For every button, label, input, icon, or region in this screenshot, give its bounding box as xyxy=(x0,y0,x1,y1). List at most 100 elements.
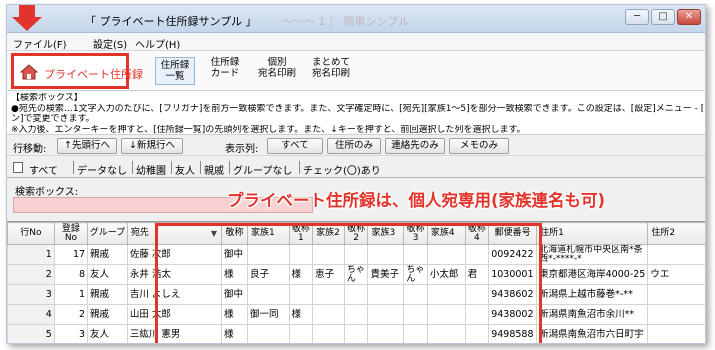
cell-family4[interactable] xyxy=(426,324,466,343)
cell-family2[interactable] xyxy=(312,324,345,343)
cell-honorific[interactable]: 御中 xyxy=(221,244,248,265)
cell-recipient[interactable]: 吉川 よしえ xyxy=(126,284,223,305)
cell-address2[interactable] xyxy=(647,324,705,343)
tab-all[interactable]: すべて xyxy=(29,162,58,177)
cell-address2[interactable] xyxy=(647,304,705,325)
cell-family2[interactable]: 恵子 xyxy=(312,264,345,285)
cell-recipient[interactable]: 山田 太郎 xyxy=(126,304,223,325)
cell-family4[interactable] xyxy=(426,284,466,305)
cell-honorific4[interactable]: 君 xyxy=(464,264,490,285)
tab-no-group[interactable]: グループなし xyxy=(233,162,292,177)
cell-family4[interactable] xyxy=(426,304,466,325)
cell-honorific1[interactable]: 様 xyxy=(288,264,314,285)
columns-contact-button[interactable]: 連絡先のみ xyxy=(385,138,445,154)
col-header-honorific1[interactable]: 敬称 1 xyxy=(288,222,314,245)
close-button[interactable]: ✕ xyxy=(677,9,701,25)
cell-honorific1[interactable] xyxy=(288,324,314,343)
cell-honorific1[interactable] xyxy=(288,244,314,265)
table-row[interactable]: 4 2 親戚 山田 太郎 様 御一同 様 9438002 新潟県南魚沼市余川** xyxy=(7,304,705,325)
cell-honorific3[interactable] xyxy=(403,244,428,265)
cell-honorific4[interactable] xyxy=(464,244,490,265)
columns-memo-button[interactable]: メモのみ xyxy=(449,138,509,154)
tab-kindergarten[interactable]: 幼稚園 xyxy=(136,162,166,177)
cell-family3[interactable] xyxy=(367,324,405,343)
col-header-honorific4[interactable]: 敬称 4 xyxy=(464,222,490,245)
table-row[interactable]: 2 8 友人 永井 浩太 様 良子 様 恵子 ちゃん 貴美子 ちゃん 小太郎 君… xyxy=(7,264,705,285)
minimize-button[interactable]: ─ xyxy=(625,9,649,25)
cell-row-no[interactable]: 5 xyxy=(7,324,55,343)
col-header-address1[interactable]: 住所1 xyxy=(536,222,649,245)
cell-family3[interactable] xyxy=(367,244,405,265)
cell-reg-no[interactable]: 17 xyxy=(53,244,89,265)
cell-honorific[interactable]: 様 xyxy=(221,304,248,325)
cell-family2[interactable] xyxy=(312,284,345,305)
columns-all-button[interactable]: すべて xyxy=(267,138,323,154)
tab-relatives[interactable]: 親戚 xyxy=(204,162,224,177)
col-header-family3[interactable]: 家族3 xyxy=(367,222,405,245)
cell-honorific[interactable]: 様 xyxy=(221,264,248,285)
cell-family1[interactable] xyxy=(246,284,290,305)
cell-address2[interactable] xyxy=(647,284,705,305)
cell-postal-code[interactable]: 9438002 xyxy=(488,304,538,325)
cell-reg-no[interactable]: 3 xyxy=(53,324,89,343)
home-button[interactable]: プライベート住所録 xyxy=(11,53,143,89)
first-row-button[interactable]: ↑先頭行へ xyxy=(57,138,117,154)
cell-family1[interactable]: 良子 xyxy=(246,264,290,285)
cell-recipient[interactable]: 佐藤 次郎 xyxy=(126,244,223,265)
col-header-honorific2[interactable]: 敬称 2 xyxy=(343,222,369,245)
col-header-row-no[interactable]: 行No xyxy=(7,222,55,245)
cell-family1[interactable]: 御一同 xyxy=(246,304,290,325)
cell-address1[interactable]: 北海道札幌市中央区南*条西*-****-* xyxy=(536,244,649,265)
cell-honorific2[interactable] xyxy=(343,244,369,265)
cell-reg-no[interactable]: 8 xyxy=(53,264,89,285)
cell-honorific3[interactable] xyxy=(403,324,428,343)
col-header-reg-no[interactable]: 登録 No xyxy=(53,222,89,245)
cell-reg-no[interactable]: 2 xyxy=(53,304,89,325)
col-header-family2[interactable]: 家族2 xyxy=(312,222,345,245)
cell-honorific2[interactable] xyxy=(343,284,369,305)
single-print-button[interactable]: 個別 宛名印刷 xyxy=(257,57,297,79)
cell-row-no[interactable]: 4 xyxy=(7,304,55,325)
table-row[interactable]: 3 1 親戚 吉川 よしえ 御中 9438602 新潟県上越市藤巻*-** xyxy=(7,284,705,305)
cell-row-no[interactable]: 3 xyxy=(7,284,55,305)
cell-address2[interactable] xyxy=(647,244,705,265)
table-row[interactable]: 1 17 親戚 佐藤 次郎 御中 0092422 北海道札幌市中央区南*条西*-… xyxy=(7,244,705,265)
cell-postal-code[interactable]: 1030001 xyxy=(488,264,538,285)
menu-file[interactable]: ファイル(F) xyxy=(13,36,67,51)
cell-group[interactable]: 親戚 xyxy=(87,304,128,325)
menu-settings[interactable]: 設定(S) xyxy=(93,36,127,51)
cell-honorific1[interactable]: 様 xyxy=(288,304,314,325)
cell-honorific4[interactable] xyxy=(464,324,490,343)
cell-address1[interactable]: 新潟県上越市藤巻*-** xyxy=(536,284,649,305)
cell-address1[interactable]: 新潟県南魚沼市六日町宇 xyxy=(536,324,649,343)
cell-honorific4[interactable] xyxy=(464,284,490,305)
cell-honorific4[interactable] xyxy=(464,304,490,325)
col-header-honorific[interactable]: 敬称 xyxy=(221,222,248,245)
cell-honorific1[interactable] xyxy=(288,284,314,305)
dropdown-arrow-icon[interactable]: ▼ xyxy=(211,229,217,238)
cell-postal-code[interactable]: 0092422 xyxy=(488,244,538,265)
col-header-postal-code[interactable]: 郵便番号 xyxy=(488,222,538,245)
cell-postal-code[interactable]: 9438602 xyxy=(488,284,538,305)
table-row[interactable]: 5 3 友人 三紘川 憲男 様 9498588 新潟県南魚沼市六日町宇 xyxy=(7,324,705,343)
cell-family1[interactable] xyxy=(246,324,290,343)
cell-group[interactable]: 親戚 xyxy=(87,284,128,305)
cell-group[interactable]: 友人 xyxy=(87,324,128,343)
cell-family2[interactable] xyxy=(312,244,345,265)
cell-honorific2[interactable]: ちゃん xyxy=(343,264,369,285)
cell-honorific2[interactable] xyxy=(343,304,369,325)
cell-recipient[interactable]: 永井 浩太 xyxy=(126,264,223,285)
cell-honorific3[interactable]: ちゃん xyxy=(403,264,428,285)
address-card-button[interactable]: 住所録 カード xyxy=(205,57,245,79)
cell-family1[interactable] xyxy=(246,244,290,265)
menu-help[interactable]: ヘルプ(H) xyxy=(135,36,180,51)
cell-recipient[interactable]: 三紘川 憲男 xyxy=(126,324,223,343)
cell-honorific3[interactable] xyxy=(403,304,428,325)
cell-family2[interactable] xyxy=(312,304,345,325)
cell-postal-code[interactable]: 9498588 xyxy=(488,324,538,343)
cell-honorific[interactable]: 様 xyxy=(221,324,248,343)
batch-print-button[interactable]: まとめて 宛名印刷 xyxy=(311,57,351,79)
cell-reg-no[interactable]: 1 xyxy=(53,284,89,305)
cell-honorific[interactable]: 御中 xyxy=(221,284,248,305)
col-header-honorific3[interactable]: 敬称 3 xyxy=(403,222,428,245)
